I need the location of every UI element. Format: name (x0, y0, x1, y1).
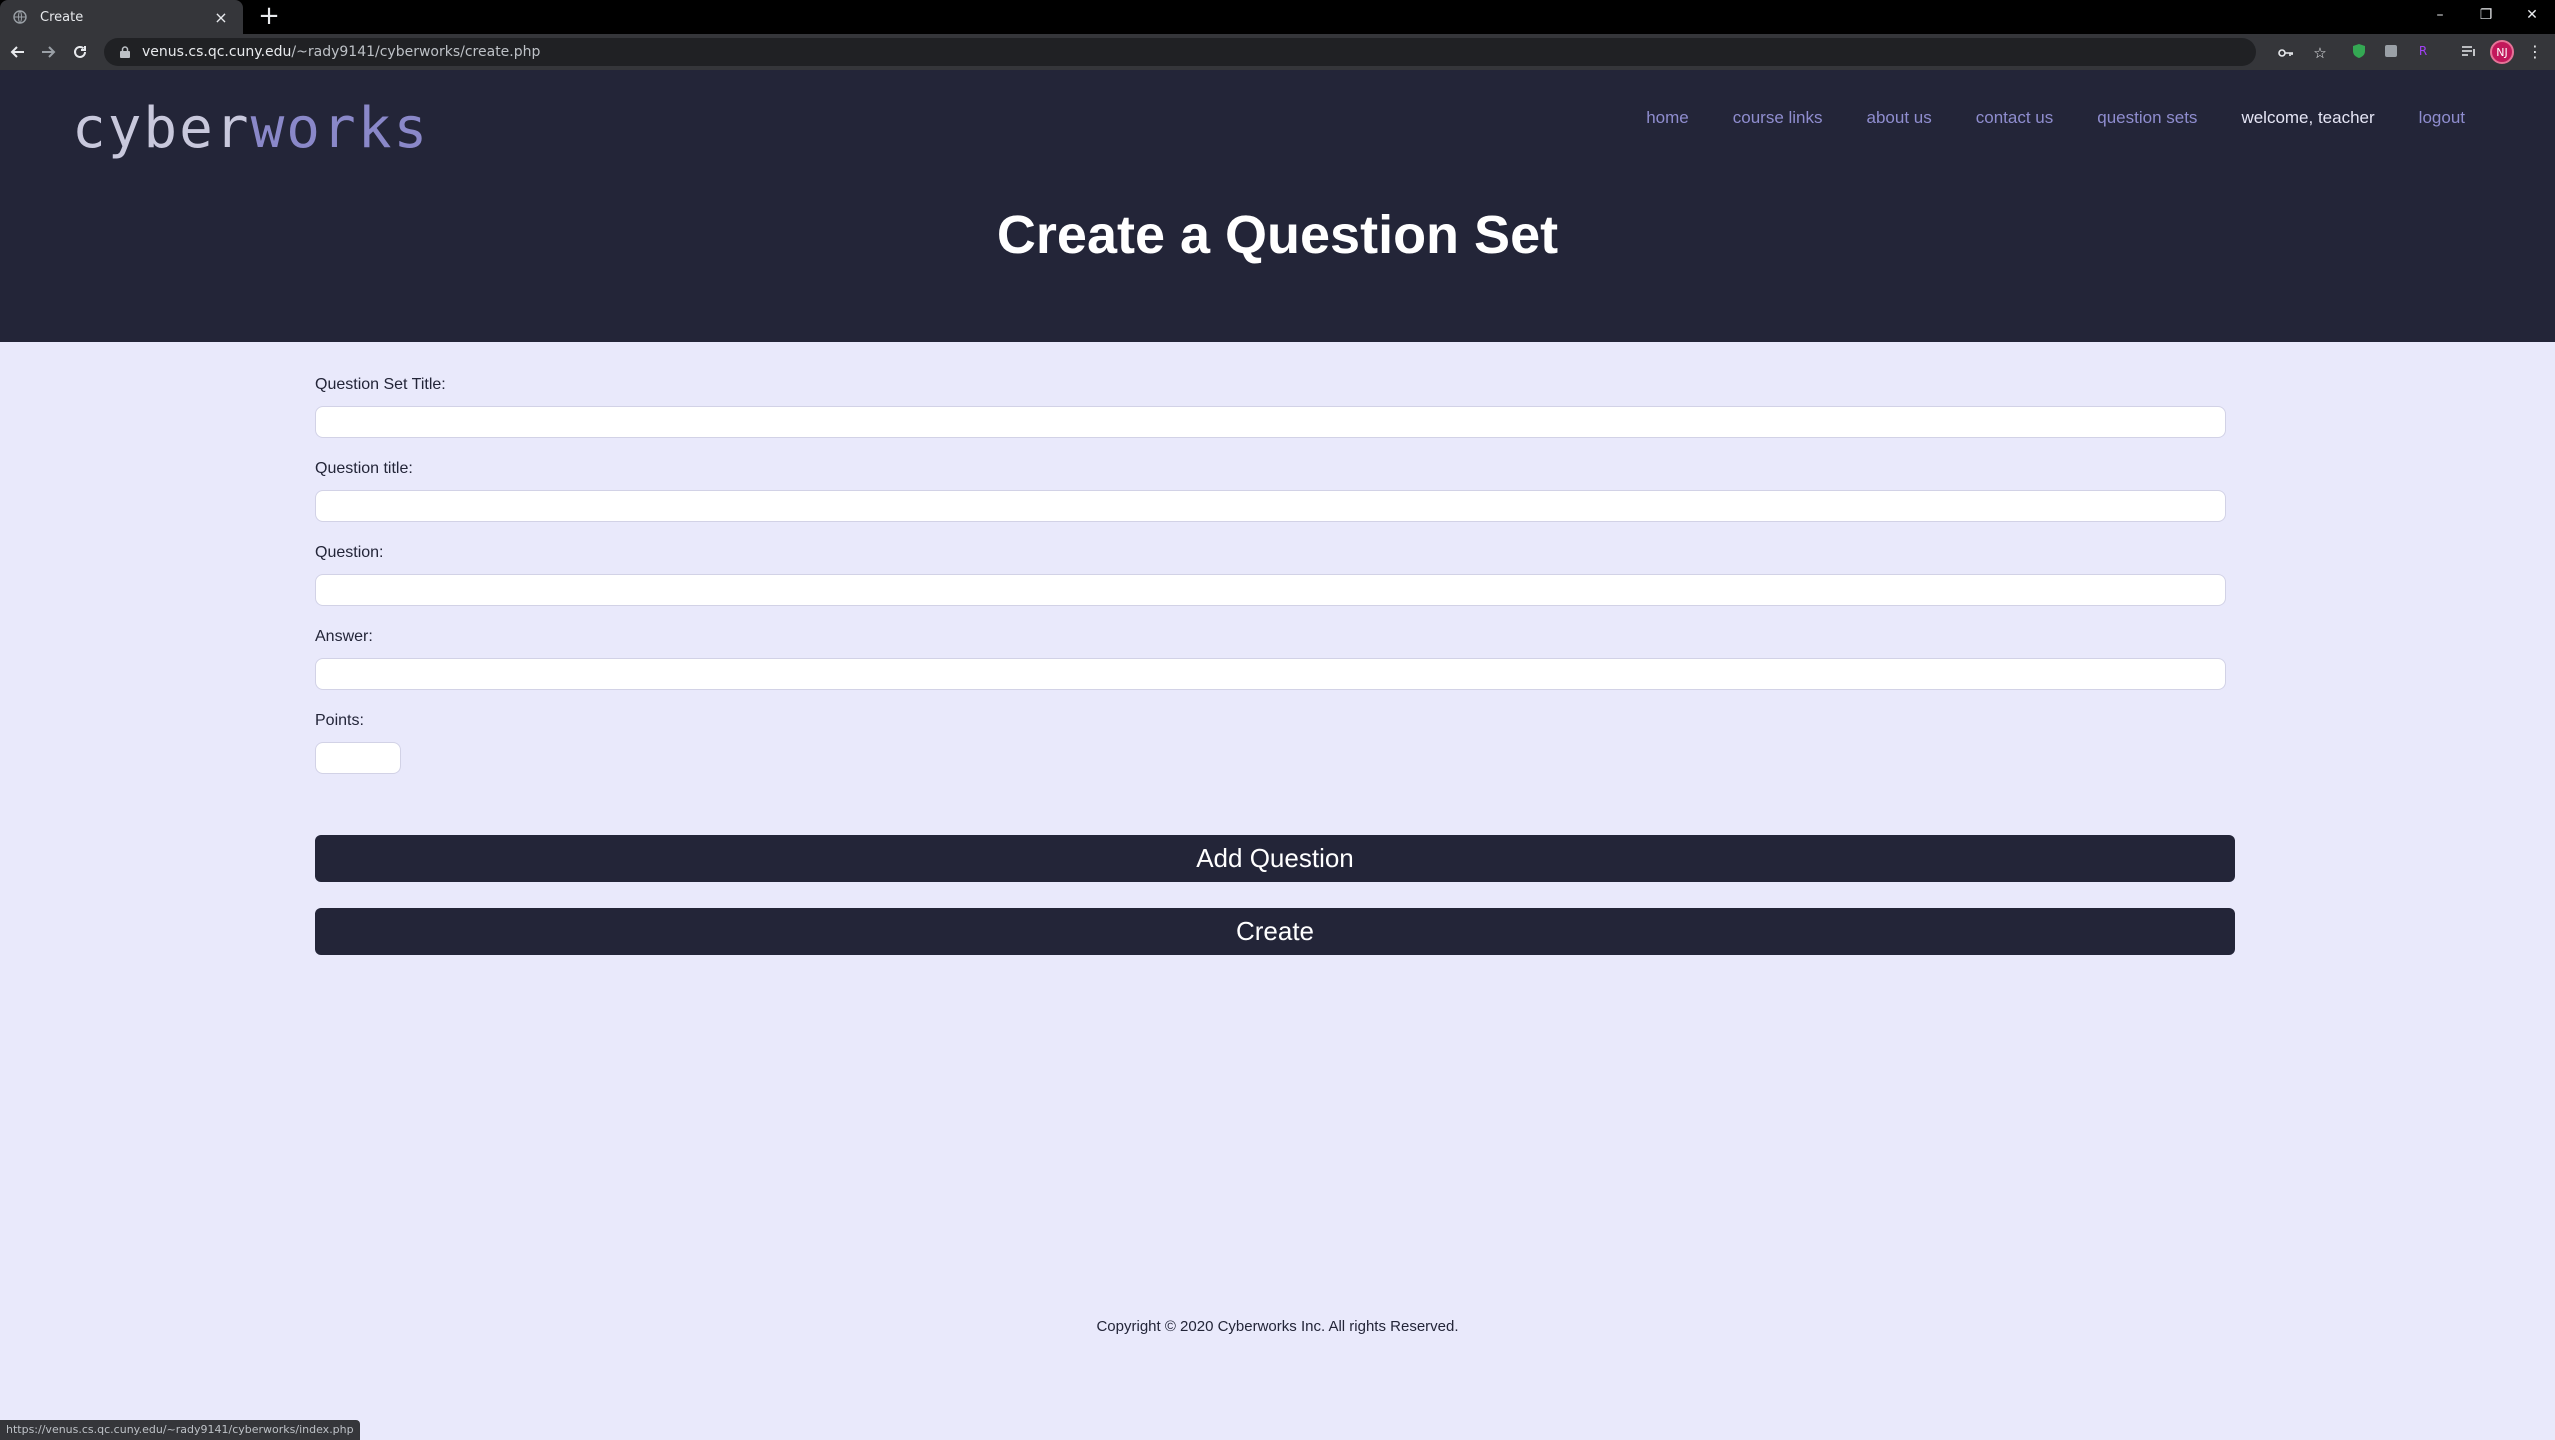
profile-avatar[interactable]: NJ (2490, 40, 2514, 64)
logo-part-works: works (250, 96, 430, 161)
address-bar[interactable]: venus.cs.qc.cuny.edu/~rady9141/cyberwork… (104, 38, 2327, 66)
status-url-bubble: https://venus.cs.qc.cuny.edu/~rady9141/c… (0, 1420, 360, 1440)
shield-extension-icon[interactable] (2350, 42, 2368, 60)
back-arrow-icon[interactable] (6, 40, 30, 64)
question-title-input[interactable] (315, 490, 2226, 522)
answer-label: Answer: (315, 628, 373, 645)
url-host: venus.cs.qc.cuny.edu (142, 44, 292, 60)
create-button[interactable]: Create (315, 908, 2235, 955)
set-title-input[interactable] (315, 406, 2226, 438)
site-header: cyberworks home course links about us co… (0, 70, 2555, 342)
browser-toolbar: venus.cs.qc.cuny.edu/~rady9141/cyberwork… (0, 34, 2555, 70)
footer-copyright: Copyright © 2020 Cyberworks Inc. All rig… (1096, 1318, 1459, 1335)
close-window-icon[interactable]: ✕ (2509, 0, 2555, 30)
main-nav: home course links about us contact us qu… (1646, 108, 2465, 128)
question-input[interactable] (315, 574, 2226, 606)
logo-part-cyber: cyber (72, 96, 251, 161)
nav-course-links[interactable]: course links (1733, 108, 1823, 128)
r-extension-icon[interactable]: R (2414, 42, 2432, 60)
question-set-form: Question Set Title: Question title: Ques… (315, 376, 2235, 774)
points-input[interactable] (315, 742, 401, 774)
nav-logout[interactable]: logout (2419, 108, 2465, 128)
cyberworks-logo[interactable]: cyberworks (72, 96, 429, 161)
url-path: /~rady9141/cyberworks/create.php (291, 44, 541, 60)
nav-about-us[interactable]: about us (1867, 108, 1932, 128)
reload-icon[interactable] (68, 40, 92, 64)
url-text: venus.cs.qc.cuny.edu/~rady9141/cyberwork… (142, 44, 540, 60)
page-title: Create a Question Set (996, 205, 1559, 265)
media-control-icon[interactable] (2460, 42, 2478, 60)
star-icon[interactable]: ☆ (2311, 44, 2329, 62)
nav-contact-us[interactable]: contact us (1976, 108, 2054, 128)
nav-welcome-user[interactable]: welcome, teacher (2241, 108, 2374, 128)
question-label: Question: (315, 544, 384, 561)
extension-icon[interactable] (2382, 42, 2400, 60)
nav-question-sets[interactable]: question sets (2097, 108, 2197, 128)
add-question-button[interactable]: Add Question (315, 835, 2235, 882)
points-label: Points: (315, 712, 364, 729)
minimize-icon[interactable]: – (2417, 0, 2463, 30)
tab-title: Create (40, 9, 84, 25)
new-tab-button[interactable]: + (255, 2, 283, 30)
browser-tab[interactable]: Create × (0, 0, 243, 34)
set-title-label: Question Set Title: (315, 376, 446, 393)
close-tab-icon[interactable]: × (211, 8, 231, 27)
nav-home[interactable]: home (1646, 108, 1689, 128)
more-menu-icon[interactable]: ⋮ (2526, 42, 2544, 61)
globe-icon (12, 9, 28, 25)
key-icon[interactable] (2277, 44, 2295, 62)
question-title-label: Question title: (315, 460, 413, 477)
answer-input[interactable] (315, 658, 2226, 690)
lock-icon[interactable] (118, 45, 132, 59)
forward-arrow-icon[interactable] (36, 40, 60, 64)
restore-icon[interactable]: ❐ (2463, 0, 2509, 30)
browser-tab-bar: Create × + – ❐ ✕ (0, 0, 2555, 34)
